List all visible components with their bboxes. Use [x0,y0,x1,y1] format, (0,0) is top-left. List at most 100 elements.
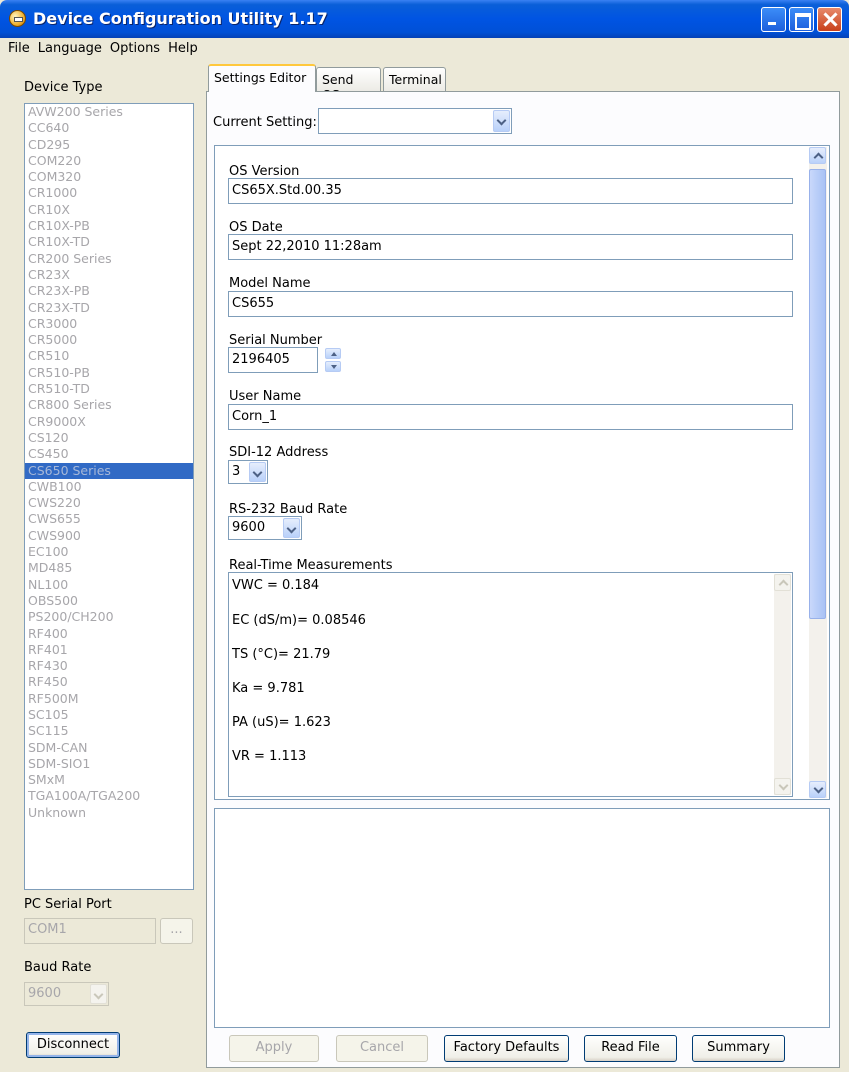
device-list-item[interactable]: PS200/CH200 [25,609,193,625]
device-list-item[interactable]: EC100 [25,544,193,560]
device-type-list[interactable]: AVW200 Series CC640 CD295 COM220 COM320 CR100… [24,103,194,890]
factory-defaults-button[interactable]: Factory Defaults [444,1035,569,1062]
output-log-box[interactable] [214,808,830,1028]
summary-button[interactable]: Summary [692,1035,785,1062]
device-list-item[interactable]: CR510-PB [25,365,193,381]
device-list-item[interactable]: CR510 [25,348,193,364]
tab-terminal[interactable]: Terminal [383,67,446,91]
device-list-item[interactable]: CWS655 [25,511,193,527]
baud-rate-select[interactable]: 9600 [24,982,109,1006]
disconnect-label: Disconnect [36,1037,110,1052]
menu-bar: File Language Options Help [3,38,846,60]
device-list-item[interactable]: RF401 [25,642,193,658]
scrollbar-thumb[interactable] [809,169,826,619]
cancel-button[interactable]: Cancel [336,1035,428,1062]
device-list-item[interactable]: SMxM [25,772,193,788]
serial-number-stepper[interactable] [325,348,341,372]
apply-button[interactable]: Apply [229,1035,319,1062]
device-list-item[interactable]: AVW200 Series [25,104,193,120]
scroll-down-icon[interactable] [774,778,791,795]
device-list-item[interactable]: CR5000 [25,332,193,348]
tab-settings-editor[interactable]: Settings Editor [208,64,316,92]
device-list-item[interactable]: CC640 [25,120,193,136]
spin-down-icon[interactable] [325,361,341,372]
device-list-item[interactable]: CD295 [25,137,193,153]
device-list-item[interactable]: CR3000 [25,316,193,332]
device-list-item[interactable]: SC115 [25,723,193,739]
menu-file[interactable]: File [6,38,36,60]
device-list-item[interactable]: CR23X-PB [25,283,193,299]
device-list-item[interactable]: NL100 [25,577,193,593]
scroll-up-icon[interactable] [774,574,791,591]
menu-language[interactable]: Language [36,38,108,60]
device-list-item[interactable]: RF430 [25,658,193,674]
device-list-item[interactable]: CR23X-TD [25,300,193,316]
rs232-baud-value: 9600 [232,520,266,535]
device-list-item[interactable]: CS450 [25,446,193,462]
device-list-item[interactable]: CR200 Series [25,251,193,267]
device-list-item[interactable]: OBS500 [25,593,193,609]
chevron-down-icon[interactable] [283,518,300,538]
chevron-down-icon[interactable] [249,462,266,482]
device-list-item[interactable]: CR23X [25,267,193,283]
serial-port-value: COM1 [28,922,67,937]
device-list-item[interactable]: CWB100 [25,479,193,495]
realtime-scrollbar[interactable] [774,574,791,795]
browse-port-button[interactable]: ... [160,918,193,944]
device-list-item[interactable]: CWS220 [25,495,193,511]
rs232-baud-select[interactable]: 9600 [228,516,302,540]
tab-send-os[interactable]: Send OS [316,67,381,102]
close-button[interactable] [817,7,842,32]
settings-scrollbar[interactable] [809,147,827,798]
device-list-item[interactable]: MD485 [25,560,193,576]
title-bar[interactable]: Device Configuration Utility 1.17 [0,0,849,38]
device-list-item[interactable]: RF400 [25,626,193,642]
device-list-item[interactable]: SDM-SIO1 [25,756,193,772]
maximize-button[interactable] [789,7,814,32]
spin-up-icon[interactable] [325,348,341,359]
device-list-item[interactable]: CR1000 [25,185,193,201]
user-name-field[interactable]: Corn_1 [228,404,793,430]
menu-help[interactable]: Help [166,38,204,60]
chevron-down-icon[interactable] [90,984,107,1004]
device-list-item[interactable]: CR10X [25,202,193,218]
device-list-item[interactable]: CS650 Series [25,462,193,479]
device-list-item[interactable]: CWS900 [25,528,193,544]
sdi12-address-select[interactable]: 3 [228,460,268,484]
disconnect-button[interactable]: Disconnect [26,1032,120,1058]
device-list-item[interactable]: COM220 [25,153,193,169]
serial-number-field[interactable]: 2196405 [228,347,318,373]
device-list-item[interactable]: COM320 [25,169,193,185]
device-list-item[interactable]: Unknown [25,805,193,821]
scroll-up-icon[interactable] [809,147,826,164]
device-list-item[interactable]: CR10X-TD [25,234,193,250]
scroll-down-icon[interactable] [809,781,826,798]
sdi12-address-value: 3 [232,464,241,479]
device-list-item[interactable]: CR9000X [25,414,193,430]
chevron-down-icon[interactable] [493,110,510,132]
device-list-item[interactable]: SDM-CAN [25,740,193,756]
device-list-item[interactable]: RF500M [25,691,193,707]
model-name-field[interactable]: CS655 [228,291,793,317]
os-date-field[interactable]: Sept 22,2010 11:28am [228,234,793,260]
device-list-item[interactable]: CR800 Series [25,397,193,413]
device-list-item[interactable]: CS120 [25,430,193,446]
device-list-item[interactable]: CR10X-PB [25,218,193,234]
current-setting-select[interactable] [318,108,512,134]
measurement-line: TS (°C)= 21.79 [232,647,331,662]
serial-port-field[interactable]: COM1 [24,918,156,944]
os-version-field[interactable]: CS65X.Std.00.35 [228,178,793,204]
realtime-measurements-label: Real-Time Measurements [229,558,393,573]
menu-options[interactable]: Options [108,38,166,60]
device-list-item[interactable]: TGA100A/TGA200 [25,788,193,804]
device-list-item[interactable]: SC105 [25,707,193,723]
realtime-measurements-box[interactable]: VWC = 0.184 EC (dS/m)= 0.08546 TS (°C)= … [228,572,793,797]
device-list-item[interactable]: CR510-TD [25,381,193,397]
model-name-label: Model Name [229,276,311,291]
window-title: Device Configuration Utility 1.17 [33,9,328,28]
read-file-button[interactable]: Read File [584,1035,677,1062]
user-name-label: User Name [229,389,302,404]
sdi12-address-label: SDI-12 Address [229,445,329,460]
device-list-item[interactable]: RF450 [25,674,193,690]
minimize-button[interactable] [761,7,786,32]
